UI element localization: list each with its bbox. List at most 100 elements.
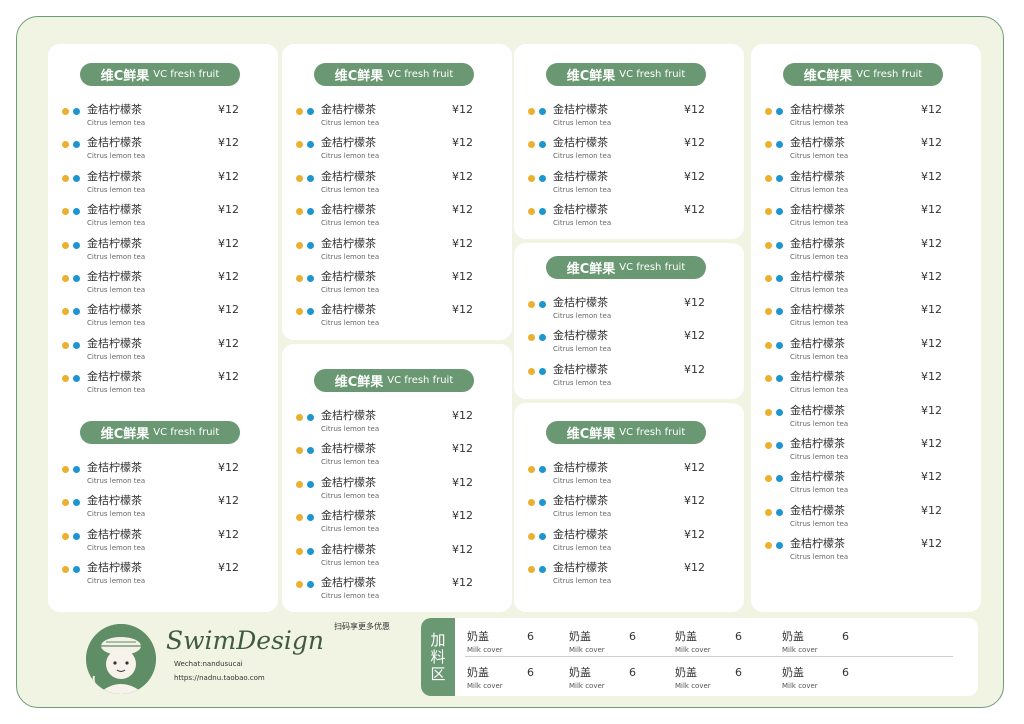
topping-price: 6 [527,666,534,679]
menu-item-price: ¥12 [218,169,239,183]
section-title-en: VC fresh fruit [153,69,220,80]
blue-dot-icon [73,275,80,282]
yellow-dot-icon [765,241,772,249]
menu-item-name: 金桔柠檬茶 [87,136,142,150]
menu-item: 金桔柠檬茶 Citrus lemon tea ¥12 [62,136,242,166]
blue-dot-icon [539,566,546,574]
menu-item-english: Citrus lemon tea [790,286,849,294]
menu-item: 金桔柠檬茶 Citrus lemon tea ¥12 [528,461,708,491]
yellow-dot-icon [296,241,303,249]
section-title-zh: 维C鲜果 [100,427,150,442]
menu-item-price: ¥12 [218,203,239,217]
menu-item: 金桔柠檬茶 Citrus lemon tea ¥12 [765,404,945,434]
topping-item: 奶盖 Milk cover 6 [569,666,649,696]
menu-item-english: Citrus lemon tea [321,425,380,433]
yellow-dot-icon [765,141,772,149]
yellow-dot-icon [62,375,69,383]
menu-item-english: Citrus lemon tea [553,577,612,586]
menu-item-english: Citrus lemon tea [790,319,849,328]
menu-item-english: Citrus lemon tea [790,519,849,528]
menu-item-name: 金桔柠檬茶 [790,236,845,250]
yellow-dot-icon [296,480,303,488]
topping-english: Milk cover [782,646,818,654]
blue-dot-icon [307,414,314,421]
section-title-pill: 维C鲜果 VC fresh fruit [546,256,706,279]
yellow-dot-icon [765,375,772,383]
yellow-dot-icon [296,141,303,149]
menu-item-price: ¥12 [452,303,473,317]
section-title-zh: 维C鲜果 [803,69,853,84]
menu-item-price: ¥12 [218,494,239,508]
menu-item: 金桔柠檬茶 Citrus lemon tea ¥12 [296,136,476,166]
menu-item-english: Citrus lemon tea [321,219,380,228]
yellow-dot-icon [62,499,69,507]
menu-item-price: ¥12 [684,296,705,309]
menu-item-price: ¥12 [684,561,705,575]
topping-item: 奶盖 Milk cover 6 [675,666,755,696]
blue-dot-icon [776,208,783,216]
menu-item-name: 金桔柠檬茶 [790,336,845,350]
section-title-pill: 维C鲜果 VC fresh fruit [314,63,474,86]
yellow-dot-icon [765,475,772,483]
menu-item: 金桔柠檬茶 Citrus lemon tea ¥12 [765,303,945,333]
topping-price: 6 [527,630,534,643]
blue-dot-icon [73,375,80,383]
menu-item-price: ¥12 [218,370,239,384]
menu-item-price: ¥12 [218,270,239,283]
yellow-dot-icon [62,532,69,540]
menu-item-price: ¥12 [684,203,705,217]
menu-item-name: 金桔柠檬茶 [321,136,376,150]
section-title-en: VC fresh fruit [619,69,686,80]
yellow-dot-icon [296,414,303,421]
yellow-dot-icon [296,308,303,316]
blue-dot-icon [539,108,546,115]
menu-item: 金桔柠檬茶 Citrus lemon tea ¥12 [528,494,708,524]
section-title-en: VC fresh fruit [153,427,220,438]
section-title-zh: 维C鲜果 [566,427,616,442]
menu-item: 金桔柠檬茶 Citrus lemon tea ¥12 [62,237,242,267]
menu-item-price: ¥12 [218,303,239,317]
menu-item-english: Citrus lemon tea [553,152,612,161]
menu-item: 金桔柠檬茶 Citrus lemon tea ¥12 [528,329,708,359]
yellow-dot-icon [296,547,303,555]
menu-item-price: ¥12 [921,403,942,417]
menu-item: 金桔柠檬茶 Citrus lemon tea ¥12 [296,237,476,267]
section-title-pill: 维C鲜果 VC fresh fruit [783,63,943,86]
blue-dot-icon [776,108,783,115]
menu-item: 金桔柠檬茶 Citrus lemon tea ¥12 [62,337,242,367]
menu-item-english: Citrus lemon tea [790,553,849,562]
menu-item-name: 金桔柠檬茶 [87,494,142,508]
menu-item-name: 金桔柠檬茶 [553,362,608,376]
blue-dot-icon [307,141,314,149]
menu-item-price: ¥12 [452,542,473,556]
menu-item-name: 金桔柠檬茶 [790,103,845,116]
menu-item-english: Citrus lemon tea [321,491,380,500]
menu-item-name: 金桔柠檬茶 [87,103,142,116]
menu-item-english: Citrus lemon tea [790,185,849,194]
menu-item-english: Citrus lemon tea [553,219,612,228]
yellow-dot-icon [528,499,535,507]
yellow-dot-icon [765,275,772,282]
yellow-dot-icon [296,514,303,522]
blue-dot-icon [776,275,783,282]
yellow-dot-icon [62,566,69,574]
menu-item-name: 金桔柠檬茶 [321,103,376,116]
brand-logo-icon [86,624,156,694]
menu-item: 金桔柠檬茶 Citrus lemon tea ¥12 [296,303,476,333]
topping-english: Milk cover [569,682,605,690]
yellow-dot-icon [296,581,303,588]
menu-item-price: ¥12 [452,169,473,183]
menu-item-english: Citrus lemon tea [87,286,146,294]
section-title-en: VC fresh fruit [619,262,686,273]
menu-item-english: Citrus lemon tea [321,185,380,194]
menu-item-name: 金桔柠檬茶 [790,437,845,450]
menu-item: 金桔柠檬茶 Citrus lemon tea ¥12 [765,103,945,133]
menu-item: 金桔柠檬茶 Citrus lemon tea ¥12 [62,528,242,558]
yellow-dot-icon [528,566,535,574]
menu-item-price: ¥12 [452,103,473,116]
blue-dot-icon [73,466,80,473]
menu-item: 金桔柠檬茶 Citrus lemon tea ¥12 [296,476,476,506]
topping-item: 奶盖 Milk cover 6 [467,666,547,696]
menu-item-price: ¥12 [218,561,239,575]
menu-item-english: Citrus lemon tea [553,185,612,194]
